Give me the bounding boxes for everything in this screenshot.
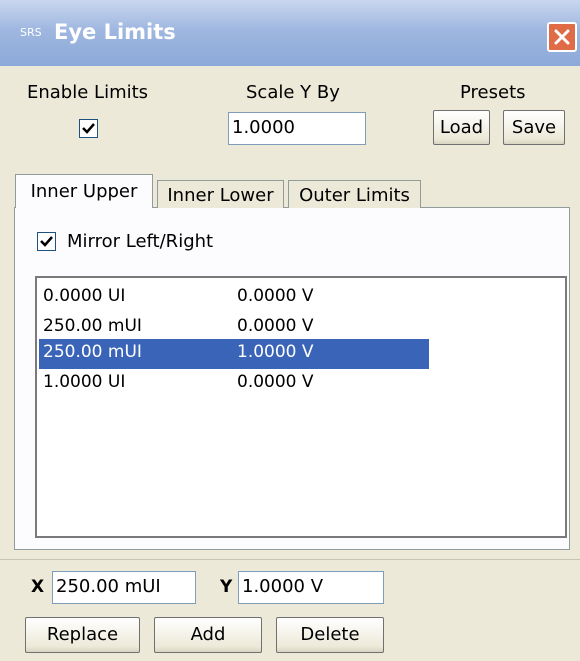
srs-logo-icon: SRS <box>20 26 42 39</box>
point-x: 250.00 mUI <box>43 316 142 336</box>
y-label: Y <box>220 577 233 597</box>
close-x-icon <box>554 29 570 45</box>
save-button[interactable]: Save <box>503 110 565 145</box>
tab-outer-limits[interactable]: Outer Limits <box>288 180 421 208</box>
tab-inner-upper[interactable]: Inner Upper <box>15 174 153 208</box>
scale-y-input[interactable]: 1.0000 <box>228 112 366 145</box>
point-x: 0.0000 UI <box>43 286 126 306</box>
checkmark-icon <box>40 236 53 247</box>
replace-button[interactable]: Replace <box>25 617 140 653</box>
x-label: X <box>31 577 45 597</box>
close-button[interactable] <box>547 22 577 52</box>
list-item[interactable]: 1.0000 UI 0.0000 V <box>39 369 429 399</box>
point-x: 1.0000 UI <box>43 372 126 392</box>
add-button[interactable]: Add <box>154 617 262 653</box>
window-title: Eye Limits <box>54 20 176 44</box>
mirror-label[interactable]: Mirror Left/Right <box>67 231 213 252</box>
list-item-selected[interactable]: 250.00 mUI 1.0000 V <box>39 339 429 369</box>
point-y: 0.0000 V <box>237 316 314 336</box>
points-list[interactable]: 0.0000 UI 0.0000 V 250.00 mUI 0.0000 V 2… <box>35 276 567 538</box>
checkmark-icon <box>82 123 95 134</box>
enable-limits-label: Enable Limits <box>27 82 149 103</box>
point-y: 0.0000 V <box>237 286 314 306</box>
presets-label: Presets <box>460 82 526 103</box>
point-y: 1.0000 V <box>237 342 314 362</box>
eye-limits-window: SRS Eye Limits Enable Limits Scale Y By … <box>0 0 580 661</box>
point-x: 250.00 mUI <box>43 342 142 362</box>
mirror-checkbox[interactable] <box>37 232 56 251</box>
list-item[interactable]: 0.0000 UI 0.0000 V <box>39 283 429 313</box>
title-bar[interactable]: SRS Eye Limits <box>0 0 580 66</box>
scale-y-label: Scale Y By <box>246 82 340 103</box>
delete-button[interactable]: Delete <box>276 617 384 653</box>
point-y: 0.0000 V <box>237 372 314 392</box>
x-value-input[interactable]: 250.00 mUI <box>52 571 196 604</box>
tab-inner-lower[interactable]: Inner Lower <box>157 180 284 208</box>
enable-limits-checkbox[interactable] <box>79 119 98 138</box>
y-value-input[interactable]: 1.0000 V <box>238 571 384 604</box>
load-button[interactable]: Load <box>433 110 490 145</box>
